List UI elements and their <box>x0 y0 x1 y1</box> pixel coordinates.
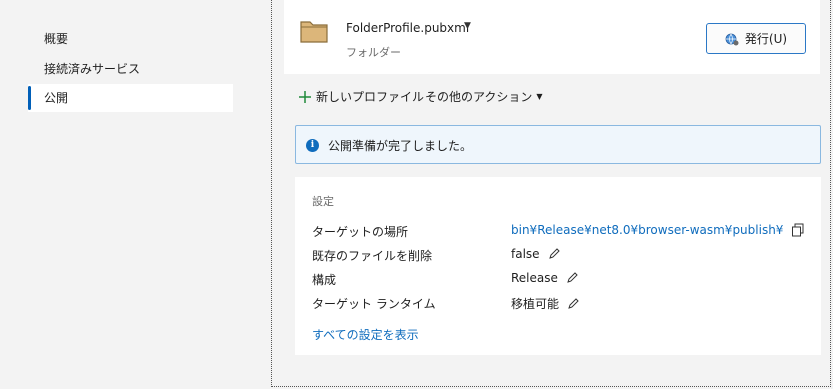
other-actions-menu[interactable]: その他のアクション ▼ <box>425 87 543 107</box>
setting-value-delete-existing: false <box>511 247 560 261</box>
setting-value-target-location: bin¥Release¥net8.0¥browser-wasm¥publish¥ <box>511 223 805 237</box>
sidebar: 概要 接続済みサービス 公開 <box>0 0 250 389</box>
sidebar-item-label: 接続済みサービス <box>44 62 141 76</box>
target-location-link[interactable]: bin¥Release¥net8.0¥browser-wasm¥publish¥ <box>511 223 783 237</box>
publish-button-label: 発行 <box>744 32 769 46</box>
plus-icon <box>299 91 311 103</box>
profile-type: フォルダー <box>346 46 401 59</box>
publish-button[interactable]: 発行(U) <box>706 23 806 54</box>
info-icon: i <box>306 139 319 152</box>
sidebar-item-publish[interactable]: 公開 <box>28 84 233 112</box>
target-runtime-value: 移植可能 <box>511 297 560 311</box>
publish-panel: FolderProfile.pubxml ▼ フォルダー 発行(U) 新しいプロ… <box>271 0 831 387</box>
new-profile-label: 新しいプロファイル <box>316 90 425 104</box>
sidebar-item-label: 公開 <box>44 91 69 105</box>
settings-title: 設定 <box>312 195 334 208</box>
setting-label-configuration: 構成 <box>312 273 337 287</box>
setting-label-target-runtime: ターゲット ランタイム <box>312 297 436 311</box>
show-all-settings-link[interactable]: すべての設定を表示 <box>312 326 419 343</box>
edit-pencil-icon[interactable] <box>548 248 560 260</box>
configuration-value: Release <box>511 271 558 285</box>
setting-label-target-location: ターゲットの場所 <box>312 225 409 239</box>
settings-card: 設定 ターゲットの場所 bin¥Release¥net8.0¥browser-w… <box>295 177 821 355</box>
publish-accelerator: (U) <box>768 32 788 46</box>
status-message: 公開準備が完了しました。 <box>328 139 473 153</box>
sidebar-item-overview[interactable]: 概要 <box>28 25 233 53</box>
edit-pencil-icon[interactable] <box>567 297 579 310</box>
profile-name[interactable]: FolderProfile.pubxml <box>346 21 469 35</box>
edit-pencil-icon[interactable] <box>566 272 578 284</box>
folder-icon <box>300 21 328 43</box>
setting-value-configuration: Release <box>511 271 578 285</box>
other-actions-label: その他のアクション <box>425 90 533 104</box>
setting-value-target-runtime: 移植可能 <box>511 295 579 312</box>
profile-card: FolderProfile.pubxml ▼ フォルダー 発行(U) <box>284 0 820 74</box>
setting-label-delete-existing: 既存のファイルを削除 <box>312 249 433 263</box>
globe-publish-icon <box>725 33 739 45</box>
new-profile-button[interactable]: 新しいプロファイル <box>298 87 424 107</box>
sidebar-item-label: 概要 <box>44 32 69 46</box>
copy-icon[interactable] <box>791 223 805 237</box>
sidebar-item-connected-services[interactable]: 接続済みサービス <box>28 55 233 83</box>
chevron-down-icon: ▼ <box>536 92 543 101</box>
profile-dropdown-icon[interactable]: ▼ <box>464 21 471 31</box>
delete-existing-value: false <box>511 247 540 261</box>
status-infobar: i 公開準備が完了しました。 <box>295 125 821 164</box>
